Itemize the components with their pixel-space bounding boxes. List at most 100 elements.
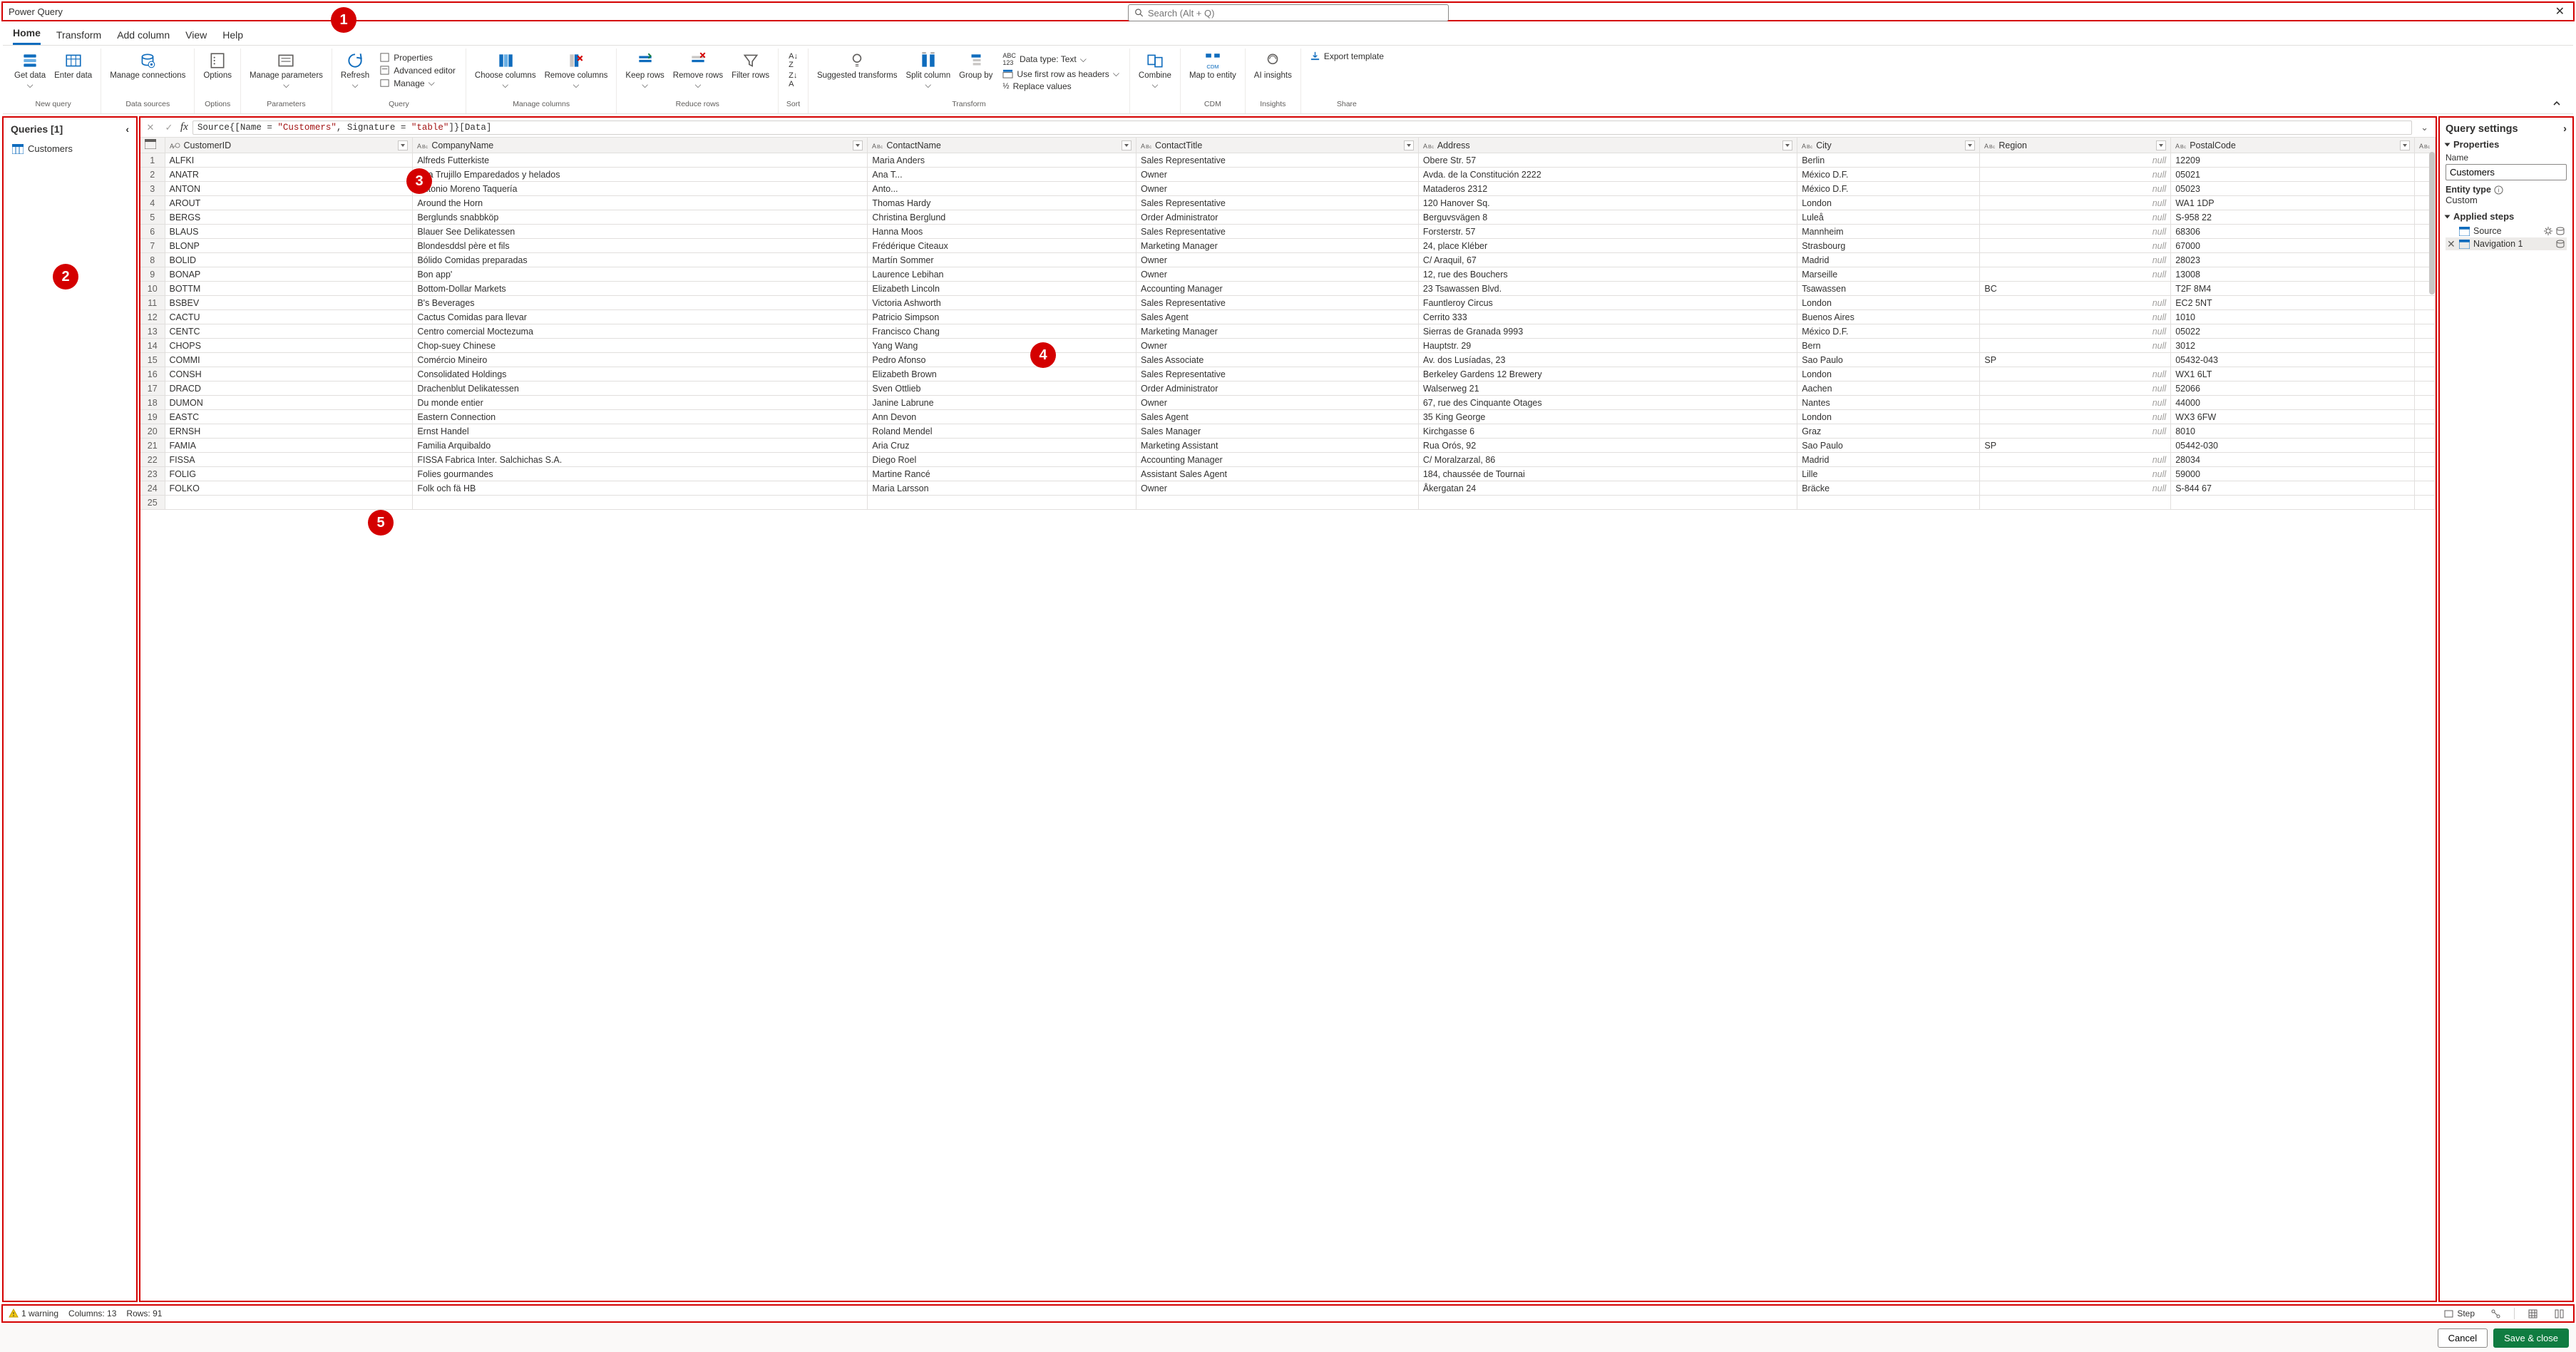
cell[interactable]: 05432-043 xyxy=(2171,353,2415,367)
cell[interactable]: Mataderos 2312 xyxy=(1418,182,1797,196)
cell[interactable]: Sales Associate xyxy=(1136,353,1419,367)
cell[interactable]: 23 Tsawassen Blvd. xyxy=(1418,282,1797,296)
cell[interactable]: T2F 8M4 xyxy=(2171,282,2415,296)
delete-step-icon[interactable]: ✕ xyxy=(2447,239,2456,249)
cell[interactable]: Berglunds snabbköp xyxy=(413,210,868,225)
cell[interactable]: Owner xyxy=(1136,253,1419,267)
cell[interactable]: BERGS xyxy=(165,210,413,225)
cell[interactable]: null xyxy=(1980,453,2171,467)
cell[interactable]: Folies gourmandes xyxy=(413,467,868,481)
row-number[interactable]: 4 xyxy=(140,196,165,210)
cell[interactable]: 35 King George xyxy=(1418,410,1797,424)
cancel-formula-icon[interactable]: ✕ xyxy=(143,122,158,133)
table-row[interactable]: 22FISSAFISSA Fabrica Inter. Salchichas S… xyxy=(140,453,2436,467)
cell[interactable]: null xyxy=(1980,467,2171,481)
table-row[interactable]: 7BLONPBlondesddsl père et filsFrédérique… xyxy=(140,239,2436,253)
cell[interactable]: Blauer See Delikatessen xyxy=(413,225,868,239)
cell[interactable]: Christina Berglund xyxy=(868,210,1136,225)
filter-dropdown-icon[interactable] xyxy=(1965,140,1975,150)
table-row[interactable]: 14CHOPSChop-suey ChineseYang WangOwnerHa… xyxy=(140,339,2436,353)
cell[interactable]: S-844 67 xyxy=(2171,481,2415,496)
filter-dropdown-icon[interactable] xyxy=(398,140,408,150)
table-row[interactable]: 17DRACDDrachenblut DelikatessenSven Ottl… xyxy=(140,381,2436,396)
type-icon[interactable]: ABc xyxy=(2175,140,2187,150)
type-icon[interactable]: ABc xyxy=(417,140,429,150)
type-icon[interactable]: ABc xyxy=(872,140,883,150)
cell[interactable] xyxy=(1136,496,1419,510)
fx-icon[interactable]: fx xyxy=(180,121,188,133)
corner-cell[interactable] xyxy=(140,138,165,153)
type-icon[interactable]: ABc xyxy=(1423,140,1435,150)
cell[interactable]: Du monde entier xyxy=(413,396,868,410)
table-row[interactable]: 15COMMIComércio MineiroPedro AfonsoSales… xyxy=(140,353,2436,367)
tab-help[interactable]: Help xyxy=(222,29,243,45)
table-row[interactable]: 9BONAPBon app'Laurence LebihanOwner12, r… xyxy=(140,267,2436,282)
properties-section[interactable]: Properties xyxy=(2446,139,2567,150)
row-number[interactable]: 19 xyxy=(140,410,165,424)
sort-desc-button[interactable]: Z↓A xyxy=(786,71,801,89)
cell[interactable]: Buenos Aires xyxy=(1797,310,1980,324)
cell[interactable] xyxy=(1980,496,2171,510)
cell[interactable]: 68306 xyxy=(2171,225,2415,239)
type-icon[interactable]: ABc xyxy=(1141,140,1152,150)
cell[interactable]: BSBEV xyxy=(165,296,413,310)
cell[interactable]: Sven Ottlieb xyxy=(868,381,1136,396)
type-icon[interactable]: A xyxy=(170,140,181,150)
cell[interactable]: Ann Devon xyxy=(868,410,1136,424)
cell[interactable]: Roland Mendel xyxy=(868,424,1136,439)
cell[interactable]: Marketing Manager xyxy=(1136,324,1419,339)
cell[interactable]: Antonio Moreno Taquería xyxy=(413,182,868,196)
row-number[interactable]: 14 xyxy=(140,339,165,353)
table-row[interactable]: 3ANTONAntonio Moreno TaqueríaAnto...Owne… xyxy=(140,182,2436,196)
cell[interactable]: AROUT xyxy=(165,196,413,210)
cell[interactable]: Janine Labrune xyxy=(868,396,1136,410)
filter-rows-button[interactable]: Filter rows xyxy=(729,50,772,83)
cell[interactable] xyxy=(868,496,1136,510)
cell[interactable]: Owner xyxy=(1136,168,1419,182)
ai-insights-button[interactable]: AI insights xyxy=(1251,50,1295,83)
advanced-editor-button[interactable]: Advanced editor xyxy=(376,64,458,76)
cell[interactable]: null xyxy=(1980,339,2171,353)
remove-rows-button[interactable]: Remove rows⌵ xyxy=(670,50,726,93)
cell[interactable]: CONSH xyxy=(165,367,413,381)
cell[interactable]: Hauptstr. 29 xyxy=(1418,339,1797,353)
cell[interactable]: Around the Horn xyxy=(413,196,868,210)
cell[interactable]: Ernst Handel xyxy=(413,424,868,439)
cell[interactable]: BLONP xyxy=(165,239,413,253)
cell[interactable]: 28023 xyxy=(2171,253,2415,267)
cell[interactable]: Bern xyxy=(1797,339,1980,353)
options-button[interactable]: Options xyxy=(200,50,235,83)
table-row[interactable]: 12CACTUCactus Comidas para llevarPatrici… xyxy=(140,310,2436,324)
cell[interactable]: Comércio Mineiro xyxy=(413,353,868,367)
search-box[interactable] xyxy=(1128,4,1449,21)
cell[interactable]: London xyxy=(1797,367,1980,381)
cell[interactable]: Mannheim xyxy=(1797,225,1980,239)
formula-text[interactable]: Source{[Name = "Customers", Signature = … xyxy=(193,121,2412,135)
cell[interactable]: Owner xyxy=(1136,396,1419,410)
split-column-button[interactable]: Split column⌵ xyxy=(903,50,953,93)
tab-home[interactable]: Home xyxy=(13,27,41,45)
first-row-headers-button[interactable]: Use first row as headers ⌵ xyxy=(1000,68,1122,80)
cell[interactable]: null xyxy=(1980,253,2171,267)
cell[interactable]: Madrid xyxy=(1797,253,1980,267)
cell[interactable]: London xyxy=(1797,410,1980,424)
cell[interactable]: Elizabeth Lincoln xyxy=(868,282,1136,296)
cell[interactable]: Sales Representative xyxy=(1136,367,1419,381)
cell[interactable]: Forsterstr. 57 xyxy=(1418,225,1797,239)
cell[interactable]: Elizabeth Brown xyxy=(868,367,1136,381)
cell[interactable]: 59000 xyxy=(2171,467,2415,481)
type-icon[interactable]: ABc xyxy=(1984,140,1996,150)
cell[interactable]: ERNSH xyxy=(165,424,413,439)
cell[interactable] xyxy=(1797,496,1980,510)
column-header[interactable]: ABcRegion xyxy=(1980,138,2171,153)
cell[interactable]: Cactus Comidas para llevar xyxy=(413,310,868,324)
cell[interactable]: 52066 xyxy=(2171,381,2415,396)
table-row[interactable]: 6BLAUSBlauer See DelikatessenHanna MoosS… xyxy=(140,225,2436,239)
cell[interactable]: Av. dos Lusíadas, 23 xyxy=(1418,353,1797,367)
cell[interactable]: 05023 xyxy=(2171,182,2415,196)
cell[interactable]: Rua Orós, 92 xyxy=(1418,439,1797,453)
applied-steps-section[interactable]: Applied steps xyxy=(2446,211,2567,222)
cell[interactable]: Nantes xyxy=(1797,396,1980,410)
cell[interactable]: WX1 6LT xyxy=(2171,367,2415,381)
step-button[interactable]: Step xyxy=(2441,1309,2478,1319)
